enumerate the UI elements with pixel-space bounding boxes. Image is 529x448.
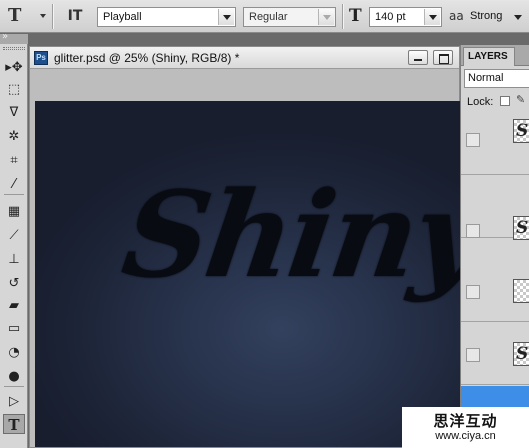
clone-stamp-tool[interactable]: ⊥ xyxy=(3,250,25,270)
font-family-value: Playball xyxy=(103,11,142,23)
font-size-value: 140 pt xyxy=(375,11,406,23)
layer-thumbnail: S xyxy=(513,342,529,366)
eyedropper-tool[interactable]: ⁄ xyxy=(3,175,25,195)
move-tool[interactable]: ▸✥ xyxy=(3,58,25,78)
text-orientation-icon: IT xyxy=(67,8,83,24)
canvas-area[interactable]: Shiny xyxy=(30,69,461,447)
font-size-input[interactable]: 140 pt xyxy=(369,7,442,27)
toolbox-divider xyxy=(4,194,24,195)
document-tab[interactable]: Ps glitter.psd @ 25% (Shiny, RGB/8) * xyxy=(30,47,459,69)
layer-row[interactable]: S xyxy=(461,113,529,175)
toolbox-drag-handle[interactable] xyxy=(3,47,25,50)
path-selection-icon: ▷ xyxy=(9,394,19,409)
document-title: glitter.psd @ 25% (Shiny, RGB/8) * xyxy=(54,51,240,65)
layer-visibility-toggle[interactable] xyxy=(466,285,480,299)
layers-panel: LAYERS Normal Lock: ✎ S S S xyxy=(460,45,529,448)
options-bar: T IT Playball Regular T 140 pt aa Strong xyxy=(0,0,529,33)
chevron-down-icon[interactable] xyxy=(218,9,234,25)
history-brush-icon: ↺ xyxy=(8,276,20,291)
font-family-select[interactable]: Playball xyxy=(97,7,236,27)
layer-visibility-toggle[interactable] xyxy=(466,224,480,238)
lasso-icon: ᐁ xyxy=(9,105,19,120)
blur-icon: ◔ xyxy=(8,345,20,360)
layer-visibility-toggle[interactable] xyxy=(466,133,480,147)
marquee-tool[interactable]: ⬚ xyxy=(3,80,25,100)
maximize-button[interactable] xyxy=(433,50,453,65)
marquee-icon: ⬚ xyxy=(7,82,21,97)
antialias-icon: aa xyxy=(449,9,464,23)
chevron-down-icon[interactable] xyxy=(424,9,440,25)
antialias-icon-glyph: aa xyxy=(449,9,464,23)
layer-visibility-toggle[interactable] xyxy=(466,348,480,362)
font-style-select[interactable]: Regular xyxy=(243,7,336,27)
chevron-down-icon xyxy=(40,14,46,18)
layer-row[interactable] xyxy=(461,260,529,322)
brush-tool[interactable]: ⟋ xyxy=(3,226,25,246)
font-size-icon-glyph: T xyxy=(349,6,362,26)
layer-thumbnail: S xyxy=(513,119,529,143)
crop-tool[interactable]: ⌗ xyxy=(3,151,25,171)
blur-tool[interactable]: ◔ xyxy=(3,343,25,363)
healing-brush-icon: ▦ xyxy=(7,204,21,219)
toolbox-collapse-handle[interactable] xyxy=(0,31,28,44)
lock-transparent-pixels-checkbox[interactable] xyxy=(500,96,510,106)
toolbox: ▸✥ ⬚ ᐁ ✲ ⌗ ⁄ ▦ ⟋ ⊥ ↺ ▰ ▭ ◔ ● ▷ T xyxy=(0,31,28,448)
font-size-icon: T xyxy=(349,6,369,28)
type-icon: T xyxy=(8,416,20,434)
eraser-icon: ▰ xyxy=(9,298,19,313)
font-style-value: Regular xyxy=(249,11,288,23)
type-tool[interactable]: T xyxy=(3,414,25,434)
move-icon: ▸✥ xyxy=(5,60,23,75)
layer-row[interactable]: S xyxy=(461,176,529,240)
eraser-tool[interactable]: ▰ xyxy=(3,296,25,316)
toolbox-divider xyxy=(4,386,24,387)
watermark-url: www.ciya.cn xyxy=(435,430,496,442)
quick-selection-tool[interactable]: ✲ xyxy=(3,127,25,147)
chevron-down-icon[interactable] xyxy=(318,9,334,25)
gradient-icon: ▭ xyxy=(7,321,21,336)
quick-selection-icon: ✲ xyxy=(8,129,20,144)
photoshop-document-icon: Ps xyxy=(34,51,48,65)
lasso-tool[interactable]: ᐁ xyxy=(3,103,25,123)
path-selection-tool[interactable]: ▷ xyxy=(3,392,25,412)
eyedropper-icon: ⁄ xyxy=(12,177,16,192)
antialias-value: Strong xyxy=(470,10,503,22)
lock-image-pixels-icon[interactable]: ✎ xyxy=(516,93,525,106)
healing-brush-tool[interactable]: ▦ xyxy=(3,202,25,222)
chevron-down-icon[interactable] xyxy=(514,15,522,20)
options-separator xyxy=(52,4,54,29)
clone-stamp-icon: ⊥ xyxy=(8,252,20,267)
minimize-button[interactable] xyxy=(408,50,428,65)
type-tool-preset-picker[interactable]: T xyxy=(8,3,46,29)
layer-thumbnail xyxy=(513,279,529,303)
watermark-brand: 思洋互动 xyxy=(433,412,498,430)
type-tool-icon: T xyxy=(8,5,22,26)
tab-layers[interactable]: LAYERS xyxy=(463,47,515,66)
toggle-text-orientation-button[interactable]: IT xyxy=(64,5,86,27)
layer-thumbnail: S xyxy=(513,216,529,240)
lock-label: Lock: xyxy=(467,96,494,108)
gradient-tool[interactable]: ▭ xyxy=(3,319,25,339)
history-brush-tool[interactable]: ↺ xyxy=(3,274,25,294)
dodge-icon: ● xyxy=(8,369,20,384)
dodge-tool[interactable]: ● xyxy=(3,367,25,387)
blend-mode-select[interactable]: Normal xyxy=(464,69,529,88)
antialias-select[interactable]: Strong xyxy=(470,10,502,22)
image-canvas[interactable]: Shiny xyxy=(35,101,461,447)
brush-icon: ⟋ xyxy=(9,228,19,243)
panel-tab-strip: LAYERS xyxy=(461,45,529,66)
crop-icon: ⌗ xyxy=(10,153,18,168)
options-separator xyxy=(342,4,344,29)
canvas-text-layer[interactable]: Shiny xyxy=(115,165,461,304)
document-window: Ps glitter.psd @ 25% (Shiny, RGB/8) * Sh… xyxy=(29,46,461,448)
watermark: 思洋互动 www.ciya.cn xyxy=(402,407,529,448)
layer-row[interactable]: S xyxy=(461,323,529,385)
